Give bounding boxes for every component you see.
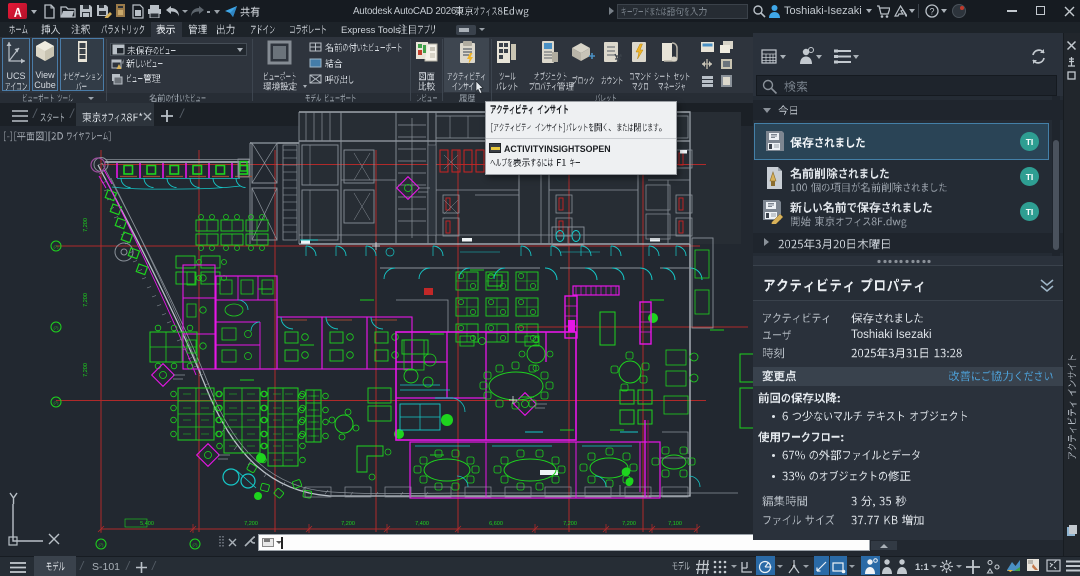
- svg-text:#: #: [122, 60, 124, 66]
- svg-text:(7): (7): [193, 542, 199, 547]
- svg-text:7,200: 7,200: [622, 521, 636, 527]
- svg-text:7,400: 7,400: [415, 521, 429, 527]
- svg-text:(7): (7): [99, 542, 105, 547]
- svg-text:7,200: 7,200: [244, 521, 258, 527]
- svg-text:7,200: 7,200: [83, 218, 89, 232]
- svg-text:7,200: 7,200: [563, 521, 577, 527]
- svg-text:7,100: 7,100: [668, 521, 682, 527]
- svg-text:(7): (7): [54, 244, 60, 249]
- svg-text:?: ?: [929, 7, 934, 17]
- svg-text:7,200: 7,200: [83, 293, 89, 307]
- svg-text:7,200: 7,200: [341, 521, 355, 527]
- svg-text:(7): (7): [54, 400, 60, 405]
- svg-text:6,600: 6,600: [489, 521, 503, 527]
- svg-text:(7): (7): [54, 325, 60, 330]
- svg-text:7,200: 7,200: [83, 363, 89, 377]
